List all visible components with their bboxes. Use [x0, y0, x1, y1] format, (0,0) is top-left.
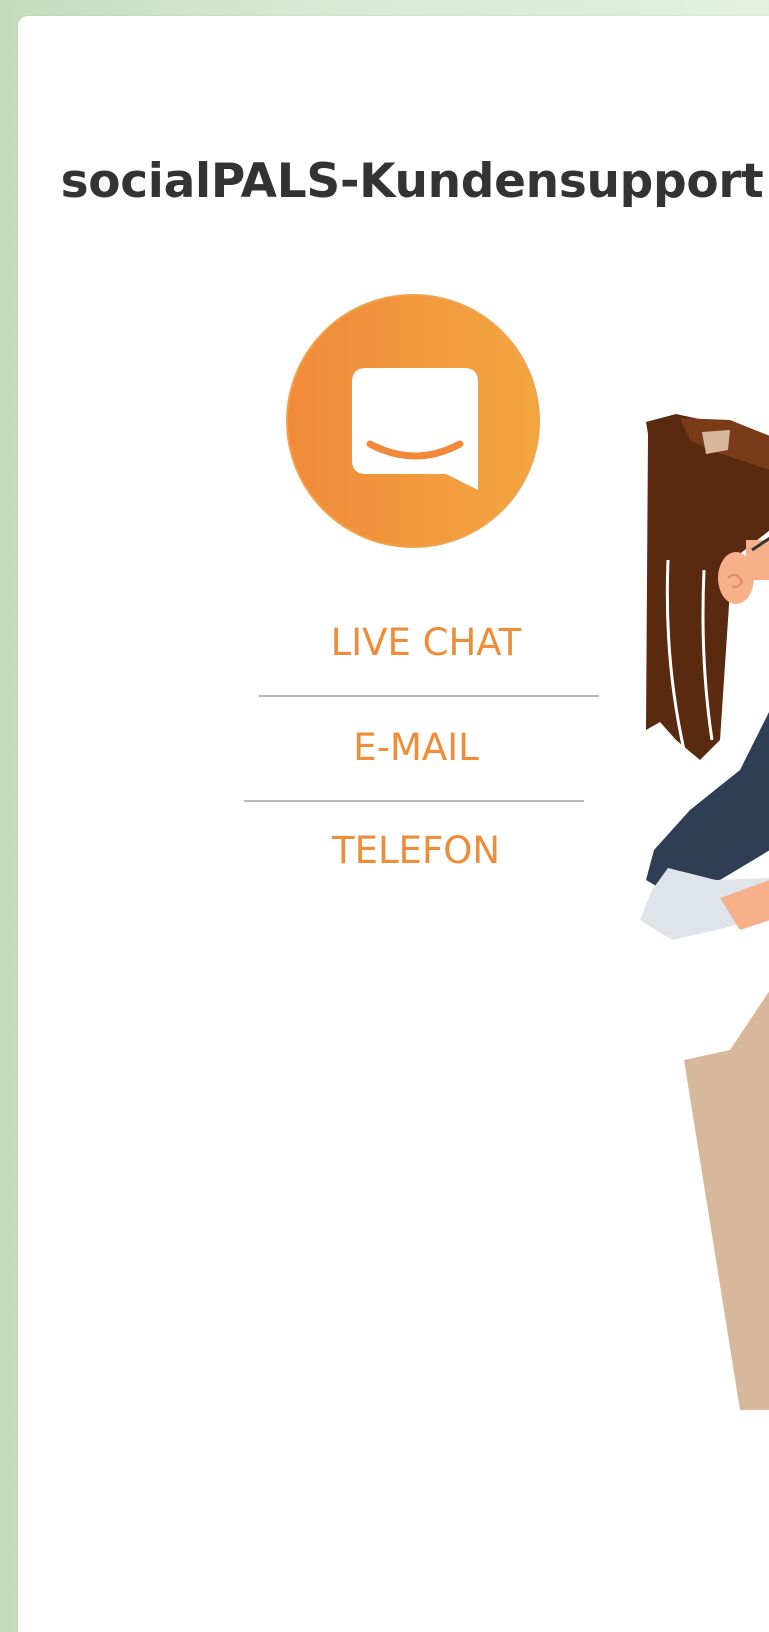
divider	[244, 800, 584, 802]
live-chat-link[interactable]: LIVE CHAT	[256, 621, 596, 664]
support-agent-illustration	[640, 414, 769, 1410]
chat-bubble-smile-icon	[352, 368, 478, 490]
chat-badge	[286, 294, 540, 548]
page-title: socialPALS-Kundensupport	[60, 154, 764, 209]
phone-link[interactable]: TELEFON	[246, 829, 586, 872]
divider	[259, 695, 599, 697]
email-link[interactable]: E-MAIL	[246, 726, 586, 769]
